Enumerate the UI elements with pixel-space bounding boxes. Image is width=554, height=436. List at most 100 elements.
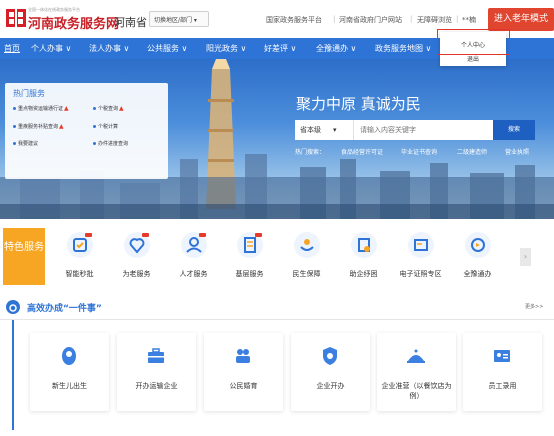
hot-service-label: 个税计算: [98, 124, 119, 130]
hot-service-label: 重疾服务补贴查询: [18, 124, 59, 130]
card-label: 新生儿出生: [52, 382, 87, 390]
feature-label: 全豫通办: [463, 270, 492, 278]
card-label: 企业准营（以餐饮店为例）: [381, 382, 452, 400]
hot-service-item[interactable]: 办件进度查询: [93, 140, 128, 147]
feature-talent-service[interactable]: 人才服务: [166, 232, 221, 284]
more-link[interactable]: 更多>>: [525, 303, 543, 310]
nav-home[interactable]: 首页: [4, 38, 20, 59]
one-thing-card[interactable]: 企业准营（以餐饮店为例）: [377, 333, 456, 411]
feature-elderly-service[interactable]: 为老服务: [109, 232, 164, 284]
henan-logo-icon: [6, 9, 26, 27]
enterprise-open-icon: [323, 347, 337, 365]
divider: |: [410, 15, 413, 23]
hot-service-item[interactable]: 重点物资运输通行证▲: [13, 105, 69, 112]
section-title: 高效办成“一件事”: [27, 304, 102, 314]
bullet-icon: [93, 107, 96, 110]
highlight-box: [437, 29, 510, 55]
accessibility-link[interactable]: 无障碍浏览: [417, 15, 452, 25]
card-label: 公民婚育: [229, 382, 258, 390]
feature-livelihood[interactable]: 民生保障: [279, 232, 334, 284]
feature-label: 基层服务: [235, 270, 264, 278]
hot-service-label: 办件进度查询: [98, 141, 129, 147]
user-name-menu[interactable]: **楠: [462, 15, 476, 25]
hot-badge: [142, 233, 149, 237]
search-scope-value: 省本级: [300, 126, 321, 134]
nav-province-wide[interactable]: 全豫通办 ∨: [316, 38, 356, 59]
nav-evaluation[interactable]: 好差评 ∨: [264, 38, 296, 59]
hot-service-label: 个税查询: [98, 106, 119, 112]
card-label: 企业开办: [316, 382, 345, 390]
search-scope-select[interactable]: 省本级 ▾: [295, 120, 353, 140]
feature-enterprise-help[interactable]: 助企纾困: [336, 232, 391, 284]
feature-e-license[interactable]: 电子证照专区: [393, 232, 448, 284]
hot-search-term[interactable]: 二级建造师: [457, 147, 487, 156]
compass-icon: [6, 300, 20, 314]
feature-label: 民生保障: [292, 270, 321, 278]
search-input[interactable]: [353, 120, 493, 140]
elder-mode-button[interactable]: 进入老年模式: [488, 8, 554, 31]
chevron-right-icon[interactable]: ›: [520, 248, 531, 266]
livelihood-icon: [294, 232, 320, 258]
hot-search-label: 热门搜索：: [295, 149, 326, 156]
nav-corporate-affairs[interactable]: 法人办事 ∨: [89, 38, 129, 59]
national-platform-link[interactable]: 国家政务服务平台: [266, 15, 322, 25]
feature-services-label: 特色服务: [3, 228, 45, 285]
province-wide-icon: [465, 232, 491, 258]
fire-icon: ▲: [64, 105, 69, 112]
nav-personal-affairs[interactable]: 个人办事 ∨: [31, 38, 71, 59]
logout-item[interactable]: 退出: [440, 54, 506, 63]
fire-icon: ▲: [119, 105, 124, 112]
hot-service-item[interactable]: 个税计算: [93, 123, 118, 130]
feature-province-wide[interactable]: 全豫通办: [450, 232, 505, 284]
e-license-icon: [408, 232, 434, 258]
hot-badge: [199, 233, 206, 237]
nav-service-map[interactable]: 政务服务地图 ∨: [375, 38, 431, 59]
bullet-icon: [13, 142, 16, 145]
page: 全国一体化在线政务服务平台 河南政务服务网 河南省 切换地区/部门 ▾ 国家政务…: [0, 0, 554, 436]
hot-badge: [85, 233, 92, 237]
divider: |: [333, 15, 336, 23]
one-thing-card[interactable]: 员工录用: [463, 333, 542, 411]
hero-banner: 热门服务 重点物资运输通行证▲ 个税查询▲ 重疾服务补贴查询▲ 个税计算 我要建…: [0, 59, 554, 219]
henan-gov-portal-link[interactable]: 河南省政府门户网站: [339, 15, 402, 25]
one-thing-card[interactable]: 公民婚育: [204, 333, 283, 411]
one-thing-card[interactable]: 新生儿出生: [30, 333, 109, 411]
bullet-icon: [93, 142, 96, 145]
feature-label: 人才服务: [179, 270, 208, 278]
hero-slogan: 聚力中原 真诚为民: [296, 95, 421, 113]
enterprise-help-icon: [351, 232, 377, 258]
bullet-icon: [93, 125, 96, 128]
bullet-icon: [13, 125, 16, 128]
briefcase-icon: [148, 348, 164, 363]
hot-service-item[interactable]: 我要建议: [13, 140, 38, 147]
region-switch-button[interactable]: 切换地区/部门 ▾: [149, 11, 209, 27]
hot-search-term[interactable]: 营业执照: [505, 147, 529, 156]
hot-search-term[interactable]: 食品经营许可证: [341, 147, 383, 156]
divider: [0, 319, 554, 320]
feature-grassroots-service[interactable]: 基层服务: [222, 232, 277, 284]
feature-label: 为老服务: [122, 270, 151, 278]
couple-icon: [236, 349, 250, 363]
fire-icon: ▲: [59, 123, 64, 130]
hot-services-title: 热门服务: [13, 89, 45, 98]
hot-service-item[interactable]: 个税查询▲: [93, 105, 124, 112]
nav-open-government[interactable]: 阳光政务 ∨: [206, 38, 246, 59]
feature-smart-approve[interactable]: 智能秒批: [52, 232, 107, 284]
feature-label: 电子证照专区: [399, 270, 442, 278]
search-button[interactable]: 搜索: [493, 120, 535, 140]
site-title[interactable]: 河南政务服务网: [28, 13, 119, 32]
caret-down-icon: ▾: [333, 126, 337, 134]
one-thing-card[interactable]: 开办运输企业: [117, 333, 196, 411]
hot-service-item[interactable]: 重疾服务补贴查询▲: [13, 123, 64, 130]
employee-card-icon: [494, 350, 510, 362]
one-thing-card[interactable]: 企业开办: [291, 333, 370, 411]
newborn-icon: [62, 347, 76, 365]
feature-label: 智能秒批: [65, 270, 94, 278]
bullet-icon: [13, 107, 16, 110]
divider: |: [456, 15, 459, 23]
hot-service-label: 重点物资运输通行证: [18, 106, 64, 112]
current-province: 河南省: [114, 16, 147, 29]
restaurant-icon: [407, 349, 425, 363]
hot-search-term[interactable]: 毕业证书查询: [401, 147, 437, 156]
nav-public-services[interactable]: 公共服务 ∨: [147, 38, 187, 59]
